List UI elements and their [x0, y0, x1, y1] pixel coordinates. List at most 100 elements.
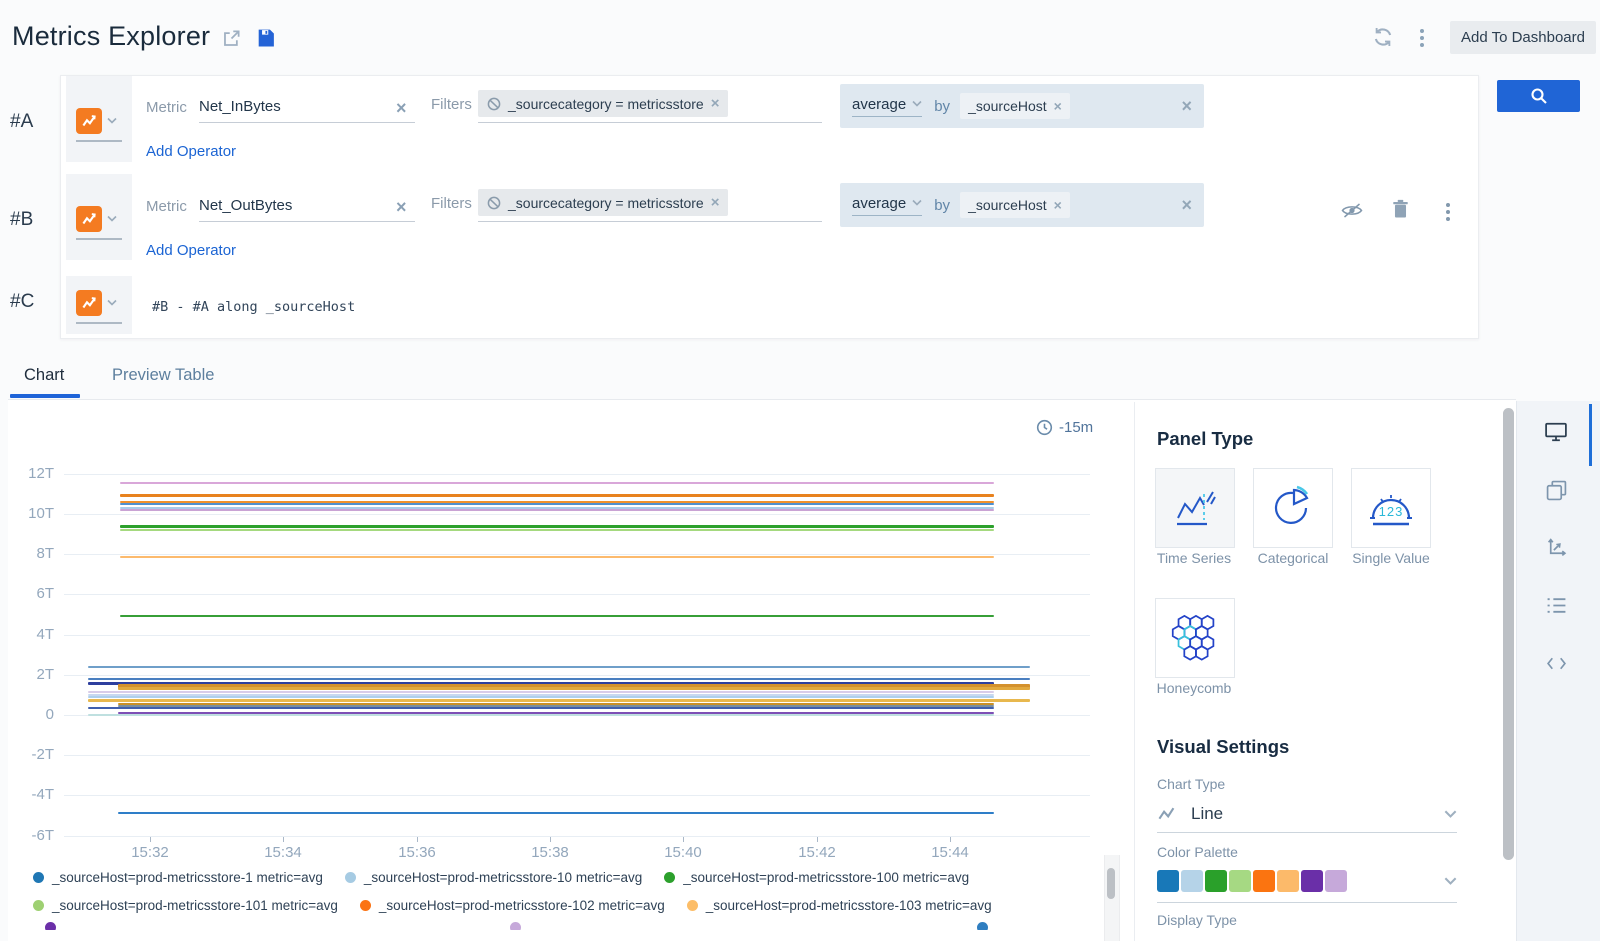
row-b-type-underline: [76, 238, 122, 240]
aggregation-select[interactable]: average: [852, 96, 922, 117]
display-view-icon[interactable]: [1544, 420, 1568, 444]
color-palette-select[interactable]: [1157, 868, 1457, 894]
filters-label: Filters: [431, 195, 472, 212]
panel-type-honeycomb[interactable]: [1155, 598, 1235, 678]
time-range-indicator[interactable]: -15m: [1036, 419, 1093, 436]
metric-label: Metric: [146, 99, 187, 116]
panel-type-label: Honeycomb: [1139, 680, 1249, 696]
chevron-down-icon: [1444, 877, 1457, 886]
color-palette-label: Color Palette: [1157, 844, 1238, 860]
header-kebab-icon[interactable]: [1414, 26, 1430, 50]
tab-chart[interactable]: Chart: [24, 366, 64, 385]
aggregation-block: average by _sourceHost × ×: [840, 84, 1204, 128]
save-icon[interactable]: [256, 27, 276, 48]
panel-type-label: Single Value: [1336, 550, 1446, 566]
palette-swatch: [1253, 870, 1275, 892]
filter-pill[interactable]: _sourcecategory = metricsstore ×: [478, 90, 728, 117]
chart-type-underline: [1157, 832, 1457, 833]
filter-remove-icon[interactable]: ×: [711, 95, 720, 112]
group-by-remove-icon[interactable]: ×: [1054, 197, 1062, 213]
filters-label: Filters: [431, 96, 472, 113]
axes-icon[interactable]: [1544, 535, 1568, 559]
legend-dot-icon: [687, 900, 698, 911]
filter-pill[interactable]: _sourcecategory = metricsstore ×: [478, 189, 728, 216]
add-operator-link-a[interactable]: Add Operator: [146, 143, 236, 160]
metric-input[interactable]: Net_OutBytes: [199, 197, 292, 214]
line-chart-icon: [76, 108, 102, 134]
palette-swatch: [1181, 870, 1203, 892]
add-to-dashboard-button[interactable]: Add To Dashboard: [1450, 21, 1596, 54]
row-c-type-underline: [76, 322, 122, 324]
palette-swatch: [1301, 870, 1323, 892]
legend-dot-icon: [360, 900, 371, 911]
panel-type-title: Panel Type: [1157, 428, 1253, 450]
row-b-metric-type-dropdown[interactable]: [76, 206, 117, 232]
visual-settings-title: Visual Settings: [1157, 736, 1289, 758]
metric-clear-icon[interactable]: ×: [396, 99, 407, 117]
metric-clear-icon[interactable]: ×: [396, 198, 407, 216]
metric-underline: [199, 221, 415, 222]
palette-swatches: [1157, 870, 1347, 892]
panel-type-single-value[interactable]: 123: [1351, 468, 1431, 548]
metric-underline: [199, 122, 415, 123]
tab-preview-table[interactable]: Preview Table: [112, 366, 214, 385]
row-c-metric-type-dropdown[interactable]: [76, 290, 117, 316]
settings-scrollbar-thumb[interactable]: [1503, 408, 1514, 860]
search-icon: [1530, 87, 1548, 105]
export-icon[interactable]: [221, 28, 241, 48]
aggregation-clear-icon[interactable]: ×: [1181, 196, 1192, 214]
palette-swatch: [1325, 870, 1347, 892]
legend-dot-icon: [664, 872, 675, 883]
chevron-down-icon: [107, 298, 117, 308]
hide-query-icon[interactable]: [1340, 199, 1364, 221]
legend-dot-icon: [345, 872, 356, 883]
group-by-pill[interactable]: _sourceHost ×: [960, 192, 1070, 218]
filter-remove-icon[interactable]: ×: [711, 194, 720, 211]
refresh-icon[interactable]: [1371, 25, 1395, 49]
group-by-pill[interactable]: _sourceHost ×: [960, 93, 1070, 119]
legend-label: _sourceHost=prod-metricsstore-1 metric=a…: [52, 870, 323, 885]
add-operator-link-b[interactable]: Add Operator: [146, 242, 236, 259]
code-view-icon[interactable]: [1544, 651, 1568, 675]
legend-item[interactable]: _sourceHost=prod-metricsstore-100 metric…: [664, 870, 969, 885]
panel-type-categorical[interactable]: [1253, 468, 1333, 548]
palette-swatch: [1157, 870, 1179, 892]
legend-list-icon[interactable]: [1544, 593, 1568, 617]
aggregation-value: average: [852, 96, 906, 113]
chevron-down-icon: [1444, 810, 1457, 819]
overlay-panels-icon[interactable]: [1544, 478, 1568, 502]
legend-dot-icon: [45, 922, 56, 930]
legend-dot-icon: [33, 872, 44, 883]
aggregation-select[interactable]: average: [852, 195, 922, 216]
metric-input[interactable]: Net_InBytes: [199, 98, 281, 115]
legend-item[interactable]: _sourceHost=prod-metricsstore-1 metric=a…: [33, 870, 323, 885]
metrics-explorer-page: Metrics Explorer Add To Dashboard #A #B …: [0, 0, 1600, 941]
delete-query-icon[interactable]: [1390, 197, 1410, 221]
panel-type-label: Categorical: [1238, 550, 1348, 566]
query-row-id-b: #B: [10, 209, 33, 231]
legend-row: _sourceHost=prod-metricsstore-1 metric=a…: [33, 870, 969, 885]
page-title: Metrics Explorer: [12, 21, 210, 52]
legend-label: _sourceHost=prod-metricsstore-102 metric…: [379, 898, 665, 913]
row-a-metric-type-dropdown[interactable]: [76, 108, 117, 134]
chart-type-value: Line: [1191, 804, 1223, 824]
palette-swatch: [1229, 870, 1251, 892]
run-search-button[interactable]: [1497, 80, 1580, 112]
query-kebab-icon[interactable]: [1440, 200, 1456, 224]
filter-pill-label: _sourcecategory = metricsstore: [508, 195, 704, 211]
chart-type-select[interactable]: Line: [1157, 800, 1457, 828]
legend-item[interactable]: _sourceHost=prod-metricsstore-103 metric…: [687, 898, 992, 913]
legend-item[interactable]: _sourceHost=prod-metricsstore-10 metric=…: [345, 870, 642, 885]
aggregation-clear-icon[interactable]: ×: [1181, 97, 1192, 115]
line-chart-type-icon: [1157, 807, 1177, 821]
formula-input[interactable]: #B - #A along _sourceHost: [152, 299, 355, 315]
chevron-down-icon: [912, 198, 922, 208]
panel-type-time-series[interactable]: [1155, 468, 1235, 548]
ban-icon: [487, 196, 501, 210]
query-row-id-c: #C: [10, 291, 34, 313]
legend-item[interactable]: _sourceHost=prod-metricsstore-101 metric…: [33, 898, 338, 913]
group-by-remove-icon[interactable]: ×: [1054, 98, 1062, 114]
group-by-value: _sourceHost: [968, 98, 1047, 114]
legend-item[interactable]: _sourceHost=prod-metricsstore-102 metric…: [360, 898, 665, 913]
legend-scrollbar-thumb[interactable]: [1107, 868, 1115, 899]
